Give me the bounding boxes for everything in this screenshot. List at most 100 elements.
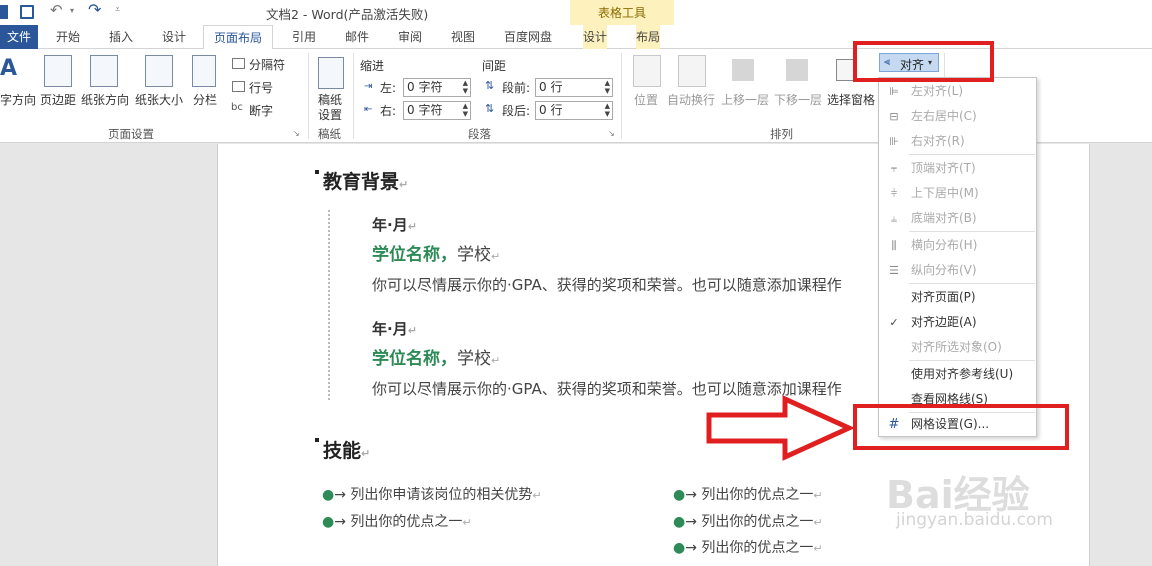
entry1-degree-line: 学位名称，学校↵	[372, 240, 500, 265]
spinner-arrows-icon[interactable]: ▲ ▼	[605, 79, 610, 95]
save-icon[interactable]	[20, 5, 34, 19]
spinner-arrows-icon[interactable]: ▲ ▼	[605, 102, 610, 118]
menu-item-align-to-page[interactable]: 对齐页面(P)	[879, 285, 1036, 310]
hyphenation-button[interactable]: 断字	[249, 102, 273, 119]
paragraph-mark: ↵	[407, 324, 417, 337]
indent-left-icon: ⇥	[364, 81, 373, 92]
paper-size-icon[interactable]	[145, 55, 173, 87]
paragraph-mark: ↵	[813, 489, 823, 502]
indent-right-icon: ⇤	[364, 104, 373, 115]
menu-item-align-left[interactable]: ⊫ 左对齐(L)	[879, 79, 1036, 104]
paper-size-button[interactable]: 纸张大小	[135, 91, 183, 108]
menu-item-label: 左对齐(L)	[911, 84, 964, 98]
section-title-education-text: 教育背景	[323, 171, 400, 193]
indent-left-input[interactable]: 0 字符 ▲ ▼	[403, 78, 471, 97]
page-setup-group-label: 页面设置	[108, 127, 154, 141]
undo-dropdown-icon[interactable]: ▾	[70, 6, 74, 15]
menu-separator	[909, 154, 1035, 155]
orientation-icon[interactable]	[90, 55, 118, 87]
customize-toolbar-icon[interactable]: ⩡	[115, 5, 120, 15]
skill-bullet-right-2-text: 列出你的优点之一	[701, 514, 814, 530]
menu-item-align-right[interactable]: ⊪ 右对齐(R)	[879, 129, 1036, 154]
send-backward-icon[interactable]	[786, 59, 808, 81]
tab-review[interactable]: 审阅	[398, 25, 422, 49]
spacing-after-label: 段后:	[502, 104, 531, 118]
manuscript-button-line2[interactable]: 设置	[318, 106, 342, 123]
text-direction-button[interactable]: 字方向	[0, 91, 36, 108]
menu-item-distribute-horizontal[interactable]: ⫼ 横向分布(H)	[879, 233, 1036, 258]
tab-mailings[interactable]: 邮件	[345, 25, 369, 49]
skill-bullet-left-1: ●→ 列出你申请该岗位的相关优势↵	[322, 487, 542, 503]
margins-icon[interactable]	[44, 55, 72, 87]
menu-separator	[909, 283, 1035, 284]
spinner-arrows-icon[interactable]: ▲ ▼	[463, 79, 468, 95]
position-icon[interactable]	[633, 55, 661, 87]
breaks-button[interactable]: 分隔符	[249, 56, 285, 73]
menu-item-label: 上下居中(M)	[911, 186, 979, 200]
manuscript-icon[interactable]	[318, 57, 344, 89]
menu-item-distribute-vertical[interactable]: ☰ 纵向分布(V)	[879, 258, 1036, 283]
text-direction-icon[interactable]: A	[0, 55, 24, 87]
section-title-education: 教育背景↵	[323, 167, 408, 194]
wrap-text-button[interactable]: 自动换行	[667, 91, 715, 108]
position-button[interactable]: 位置	[634, 91, 658, 108]
margins-button[interactable]: 页边距	[40, 91, 76, 108]
align-left-icon: ⊫	[889, 85, 899, 98]
tab-page-layout[interactable]: 页面布局	[203, 25, 274, 50]
menu-item-label: 对齐页面(P)	[911, 290, 976, 304]
menu-item-align-selected-objects[interactable]: 对齐所选对象(O)	[879, 335, 1036, 360]
separator	[308, 53, 309, 139]
entry2-date-text: 年·月	[372, 320, 408, 338]
align-right-icon: ⊪	[889, 135, 899, 148]
annotation-box-align	[853, 41, 994, 82]
tab-design[interactable]: 设计	[162, 25, 186, 49]
send-backward-button[interactable]: 下移一层	[774, 91, 822, 108]
skill-bullet-right-1: ●→ 列出你的优点之一↵	[673, 487, 823, 503]
spinner-arrows-icon[interactable]: ▲ ▼	[463, 102, 468, 118]
menu-item-align-top[interactable]: ⫧ 顶端对齐(T)	[879, 156, 1036, 181]
redo-icon[interactable]: ↷	[88, 0, 101, 19]
columns-icon[interactable]	[192, 55, 216, 87]
spacing-before-label: 段前:	[502, 81, 531, 95]
word-app-icon[interactable]	[0, 5, 8, 19]
align-dropdown-menu: ⊫ 左对齐(L) ⊟ 左右居中(C) ⊪ 右对齐(R) ⫧ 顶端对齐(T) ⫩ 上下居中(…	[878, 77, 1037, 437]
table-tools-label: 表格工具	[597, 6, 646, 20]
columns-button[interactable]: 分栏	[193, 91, 217, 108]
align-top-icon: ⫧	[890, 162, 898, 175]
entry1-description: 你可以尽情展示你的·GPA、获得的奖项和荣誉。也可以随意添加课程作	[372, 276, 842, 294]
tab-view[interactable]: 视图	[451, 25, 475, 49]
line-numbers-button[interactable]: 行号	[249, 79, 273, 96]
bullet-dot-icon: ●	[322, 514, 335, 530]
paragraph-mark: ↵	[491, 354, 501, 367]
menu-item-align-center[interactable]: ⊟ 左右居中(C)	[879, 104, 1036, 129]
menu-item-use-alignment-guides[interactable]: 使用对齐参考线(U)	[879, 362, 1036, 387]
menu-item-align-bottom[interactable]: ⫨ 底端对齐(B)	[879, 206, 1036, 231]
undo-icon[interactable]: ↶	[50, 1, 63, 19]
spacing-before-value: 0 行	[539, 80, 563, 94]
indent-right-input[interactable]: 0 字符 ▲ ▼	[403, 101, 471, 120]
selection-pane-button[interactable]: 选择窗格	[827, 91, 875, 108]
hyphenation-icon: bc	[231, 102, 243, 113]
bring-forward-icon[interactable]	[732, 59, 754, 81]
skill-bullet-right-3: ●→ 列出你的优点之一↵	[673, 540, 823, 556]
tab-insert[interactable]: 插入	[109, 25, 133, 49]
paragraph-launcher-icon[interactable]: ↘	[608, 129, 615, 138]
tab-baidu-netdisk[interactable]: 百度网盘	[504, 25, 552, 49]
tab-home[interactable]: 开始	[56, 25, 80, 49]
tab-file[interactable]: 文件	[0, 25, 38, 49]
bring-forward-button[interactable]: 上移一层	[721, 91, 769, 108]
page-setup-launcher-icon[interactable]: ↘	[293, 129, 300, 138]
skill-bullet-right-2: ●→ 列出你的优点之一↵	[673, 514, 823, 530]
tab-table-layout[interactable]: 布局	[636, 25, 661, 49]
wrap-text-icon[interactable]	[678, 55, 706, 87]
spacing-after-input[interactable]: 0 行 ▲ ▼	[535, 101, 613, 120]
paragraph-mark: ↵	[399, 178, 409, 191]
menu-item-align-middle[interactable]: ⫩ 上下居中(M)	[879, 181, 1036, 206]
paragraph-mark	[315, 170, 319, 174]
spacing-before-input[interactable]: 0 行 ▲ ▼	[535, 78, 613, 97]
tab-references[interactable]: 引用	[292, 25, 316, 49]
orientation-button[interactable]: 纸张方向	[81, 91, 129, 108]
menu-item-align-to-margin[interactable]: ✓ 对齐边距(A)	[879, 310, 1036, 335]
indent-right-label: 右:	[380, 104, 397, 118]
tab-table-design[interactable]: 设计	[583, 25, 608, 49]
